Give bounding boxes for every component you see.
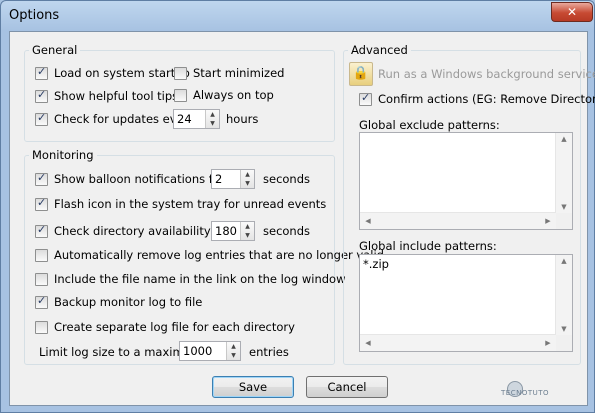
scroll-right-icon[interactable]: ▶ — [540, 339, 556, 347]
check-dir-unit: seconds — [263, 224, 311, 238]
spin-up-icon[interactable]: ▲ — [241, 170, 254, 179]
load-on-startup-option[interactable]: Load on system startup — [35, 64, 190, 82]
load-on-startup-checkbox[interactable] — [35, 65, 48, 80]
confirm-actions-option[interactable]: Confirm actions (EG: Remove Directory) — [359, 90, 595, 108]
save-button[interactable]: Save — [212, 376, 294, 398]
scroll-left-icon[interactable]: ◀ — [360, 217, 376, 225]
spin-up-icon[interactable]: ▲ — [227, 342, 240, 351]
scroll-up-icon[interactable]: ▲ — [556, 257, 572, 265]
show-tool-tips-label: Show helpful tool tips — [54, 89, 179, 103]
scroll-corner — [556, 335, 572, 351]
advanced-group: Advanced 🔒 Run as a Windows background s… — [343, 43, 595, 365]
auto-remove-option[interactable]: Automatically remove log entries that ar… — [35, 246, 384, 264]
run-as-service-label: Run as a Windows background service — [378, 67, 595, 81]
auto-remove-label: Automatically remove log entries that ar… — [54, 248, 384, 262]
check-dir-checkbox[interactable] — [35, 223, 48, 238]
scroll-corner — [556, 213, 572, 229]
load-on-startup-label: Load on system startup — [54, 66, 190, 80]
include-filename-checkbox[interactable] — [35, 272, 48, 286]
check-updates-checkbox[interactable] — [35, 111, 48, 126]
limit-log-value[interactable]: 1000 — [180, 344, 226, 358]
lock-icon[interactable]: 🔒 — [349, 62, 373, 86]
exclude-vertical-scrollbar[interactable]: ▲ ▼ — [555, 133, 572, 213]
close-button[interactable]: ✕ — [551, 2, 593, 22]
flash-icon-label: Flash icon in the system tray for unread… — [54, 197, 327, 211]
start-minimized-checkbox[interactable] — [174, 66, 187, 80]
auto-remove-checkbox[interactable] — [35, 248, 48, 262]
flash-icon-checkbox[interactable] — [35, 196, 48, 211]
show-tool-tips-checkbox[interactable] — [35, 88, 48, 103]
exclude-horizontal-scrollbar[interactable]: ◀ ▶ — [360, 212, 556, 229]
backup-log-checkbox[interactable] — [35, 294, 48, 309]
exclude-patterns-label: Global exclude patterns: — [359, 118, 500, 132]
scroll-right-icon[interactable]: ▶ — [540, 217, 556, 225]
scroll-up-icon[interactable]: ▲ — [556, 135, 572, 143]
always-on-top-option[interactable]: Always on top — [174, 86, 274, 104]
general-group: General Load on system startup Start min… — [24, 43, 335, 142]
spin-up-icon[interactable]: ▲ — [241, 222, 254, 231]
dialog-body: General Load on system startup Start min… — [9, 31, 595, 406]
advanced-legend: Advanced — [348, 43, 411, 57]
exclude-patterns-value[interactable] — [360, 133, 572, 137]
options-window: Options ✕ General Load on system startup… — [0, 0, 595, 413]
scroll-down-icon[interactable]: ▼ — [556, 203, 572, 211]
scroll-left-icon[interactable]: ◀ — [360, 339, 376, 347]
separate-log-label: Create separate log file for each direct… — [54, 320, 295, 334]
balloon-unit: seconds — [263, 172, 311, 186]
include-filename-option[interactable]: Include the file name in the link on the… — [35, 270, 345, 288]
balloon-label: Show balloon notifications for — [54, 172, 225, 186]
check-dir-seconds-spinner[interactable]: 180 ▲ ▼ — [211, 221, 255, 241]
spin-down-icon[interactable]: ▼ — [206, 119, 219, 128]
limit-log-spinner[interactable]: 1000 ▲ ▼ — [179, 341, 241, 361]
start-minimized-label: Start minimized — [193, 66, 285, 80]
update-interval-spinner[interactable]: 24 ▲ ▼ — [173, 109, 220, 129]
window-title: Options — [9, 8, 60, 23]
cancel-button[interactable]: Cancel — [306, 376, 388, 398]
spin-up-icon[interactable]: ▲ — [206, 110, 219, 119]
confirm-actions-label: Confirm actions (EG: Remove Directory) — [378, 92, 595, 106]
include-vertical-scrollbar[interactable]: ▲ ▼ — [555, 255, 572, 335]
include-filename-label: Include the file name in the link on the… — [54, 272, 346, 286]
update-interval-unit: hours — [226, 112, 259, 126]
monitoring-group: Monitoring Show balloon notifications fo… — [24, 148, 384, 365]
balloon-seconds-spinner[interactable]: 2 ▲ ▼ — [211, 169, 255, 189]
balloon-option[interactable]: Show balloon notifications for — [35, 170, 225, 188]
backup-log-option[interactable]: Backup monitor log to file — [35, 293, 202, 311]
separate-log-checkbox[interactable] — [35, 320, 48, 334]
title-bar[interactable]: Options ✕ — [1, 1, 594, 31]
spin-down-icon[interactable]: ▼ — [227, 351, 240, 360]
start-minimized-option[interactable]: Start minimized — [174, 64, 284, 82]
include-patterns-value[interactable]: *.zip — [360, 255, 572, 273]
spin-down-icon[interactable]: ▼ — [241, 179, 254, 188]
general-legend: General — [29, 43, 81, 57]
limit-log-unit: entries — [249, 345, 289, 359]
always-on-top-checkbox[interactable] — [174, 88, 187, 102]
update-interval-value[interactable]: 24 — [174, 112, 205, 126]
watermark-text: TECNOTUTO — [501, 389, 550, 397]
show-tool-tips-option[interactable]: Show helpful tool tips — [35, 87, 178, 105]
exclude-patterns-field[interactable]: ▲ ▼ ◀ ▶ — [359, 132, 573, 230]
monitoring-legend: Monitoring — [29, 148, 97, 162]
backup-log-label: Backup monitor log to file — [54, 295, 203, 309]
include-patterns-label: Global include patterns: — [359, 239, 497, 253]
include-horizontal-scrollbar[interactable]: ◀ ▶ — [360, 334, 556, 351]
always-on-top-label: Always on top — [193, 88, 274, 102]
include-patterns-field[interactable]: *.zip ▲ ▼ ◀ ▶ — [359, 254, 573, 352]
flash-icon-option[interactable]: Flash icon in the system tray for unread… — [35, 195, 326, 213]
check-dir-seconds-value[interactable]: 180 — [212, 224, 240, 238]
spin-down-icon[interactable]: ▼ — [241, 231, 254, 240]
balloon-checkbox[interactable] — [35, 171, 48, 186]
check-updates-option[interactable]: Check for updates every — [35, 110, 195, 128]
separate-log-option[interactable]: Create separate log file for each direct… — [35, 318, 295, 336]
scroll-down-icon[interactable]: ▼ — [556, 325, 572, 333]
confirm-actions-checkbox[interactable] — [359, 91, 372, 106]
balloon-seconds-value[interactable]: 2 — [212, 172, 240, 186]
